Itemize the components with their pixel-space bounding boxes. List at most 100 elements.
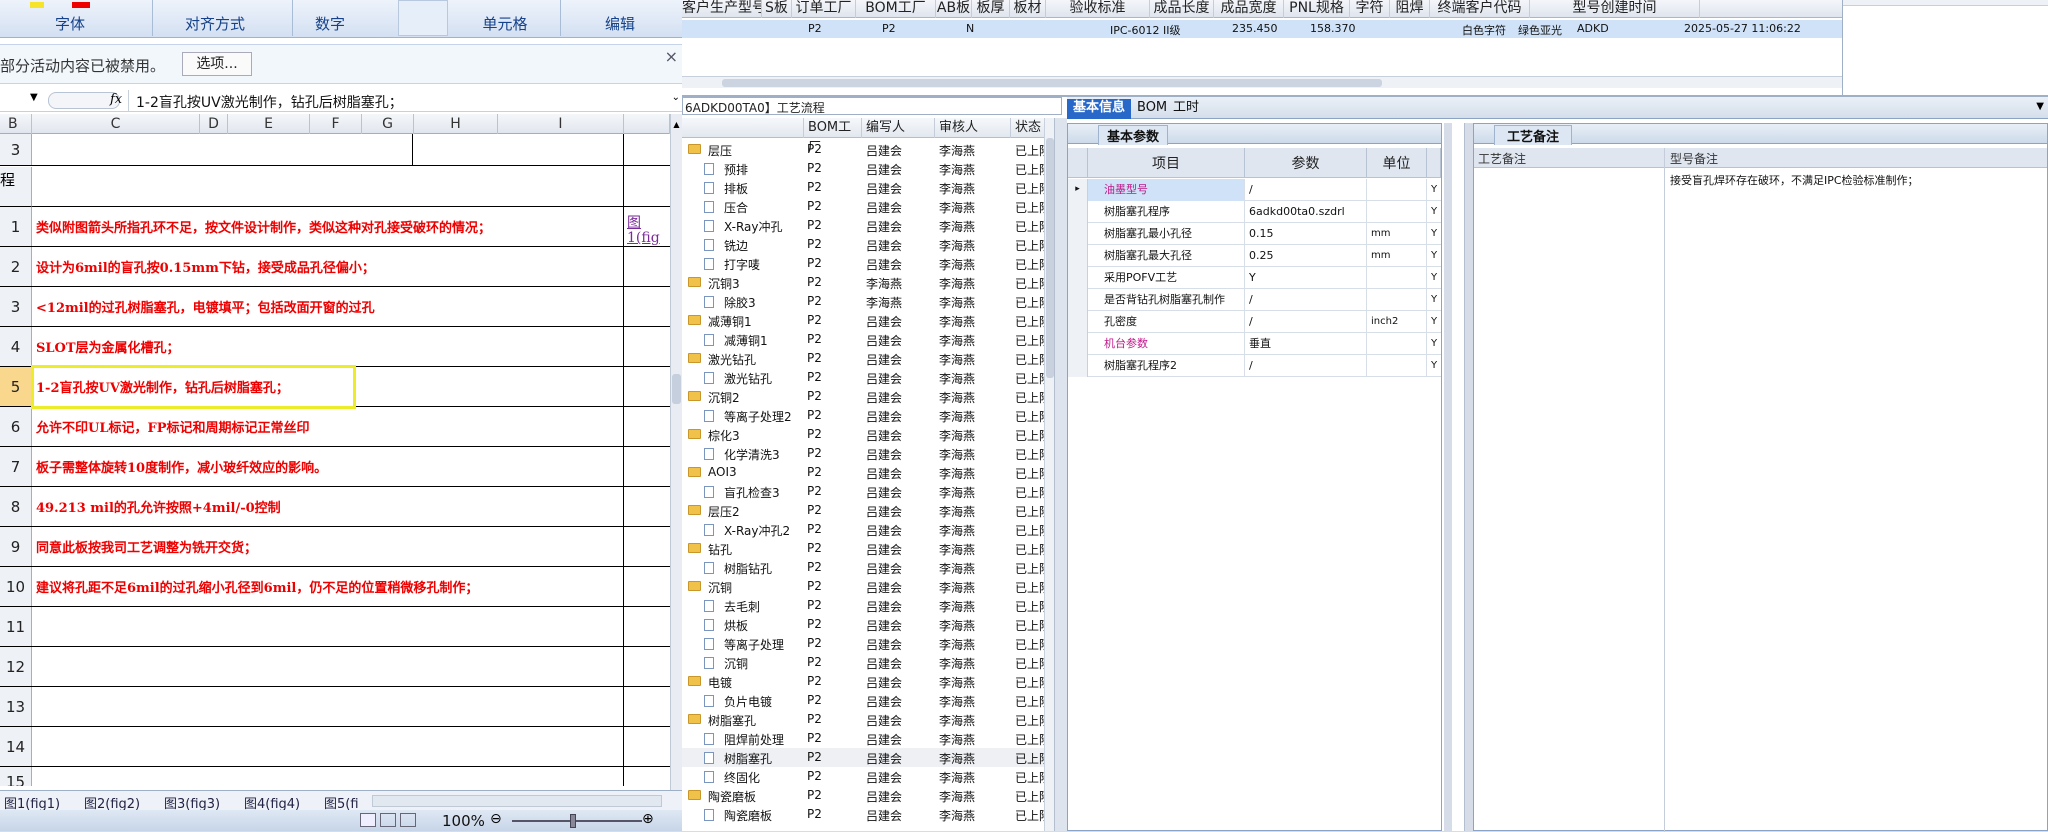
col-header-unit[interactable]: 单位 — [1367, 148, 1427, 178]
cell-text[interactable]: 同意此板按我司工艺调整为铣开交货； — [36, 527, 257, 566]
scroll-up-icon[interactable]: ▲ — [672, 120, 681, 130]
tree-row[interactable]: 排板 P2 吕建会 李海燕 已上阶 — [682, 178, 1044, 197]
param-value[interactable]: / — [1245, 311, 1367, 333]
row-number[interactable]: 12 — [0, 647, 32, 686]
tree-row[interactable]: 陶瓷磨板 P2 吕建会 李海燕 已上阶 — [682, 786, 1044, 805]
tab-work-hours[interactable]: 工时 — [1167, 99, 1205, 119]
param-row[interactable]: 树脂塞孔最小孔径 0.15 mm Y — [1068, 223, 1441, 245]
tree-row[interactable]: 除胶3 P2 李海燕 李海燕 已上阶 — [682, 292, 1044, 311]
tree-row[interactable]: 铣边 P2 吕建会 李海燕 已上阶 — [682, 235, 1044, 254]
col-header[interactable]: AB板 — [936, 0, 972, 18]
cell-text[interactable]: SLOT层为金属化槽孔； — [36, 327, 180, 366]
row-number[interactable]: 15 — [0, 767, 32, 786]
hyperlink-fig-cont[interactable]: 1(fig — [627, 230, 660, 246]
tree-row[interactable]: 等离子处理2 P2 吕建会 李海燕 已上阶 — [682, 406, 1044, 425]
row-number[interactable]: 8 — [0, 487, 32, 526]
tree-row[interactable]: 沉铜 P2 吕建会 李海燕 已上阶 — [682, 653, 1044, 672]
col-header[interactable]: 阻焊 — [1390, 0, 1430, 18]
tree-row[interactable]: 沉铜 P2 吕建会 李海燕 已上阶 — [682, 577, 1044, 596]
row-number[interactable]: 13 — [0, 687, 32, 726]
tree-scrollbar[interactable] — [1044, 118, 1054, 831]
order-grid-hscroll[interactable] — [682, 76, 1842, 88]
param-value[interactable]: 垂直 — [1245, 333, 1367, 355]
table-row[interactable]: 13 — [0, 687, 670, 727]
table-row[interactable]: 7 板子需整体旋转10度制作，减小玻纤效应的影响。 — [0, 447, 670, 487]
param-row[interactable]: 树脂塞孔最大孔径 0.25 mm Y — [1068, 245, 1441, 267]
row-number[interactable]: 5 — [0, 367, 32, 406]
param-value[interactable]: / — [1245, 355, 1367, 377]
row-number[interactable]: 4 — [0, 327, 32, 366]
col-header[interactable]: 字符 — [1350, 0, 1390, 18]
param-row[interactable]: 孔密度 / inch2 Y — [1068, 311, 1441, 333]
col-header[interactable]: BOM工厂 — [856, 0, 936, 18]
tree-row[interactable]: 烘板 P2 吕建会 李海燕 已上阶 — [682, 615, 1044, 634]
ribbon-group-font[interactable]: 字体 — [0, 13, 140, 34]
table-row[interactable]: 3 — [0, 134, 670, 166]
table-row[interactable]: 2 设计为6mil的盲孔按0.15mm下钻，接受成品孔径偏小； — [0, 247, 670, 287]
scroll-thumb[interactable] — [672, 374, 681, 404]
tree-row[interactable]: 陶瓷磨板 P2 吕建会 李海燕 已上阶 — [682, 805, 1044, 824]
hyperlink-fig[interactable]: 图 — [627, 212, 641, 232]
tree-row[interactable]: AOI3 P2 吕建会 李海燕 已上阶 — [682, 463, 1044, 482]
param-value[interactable]: 0.25 — [1245, 245, 1367, 267]
param-value[interactable]: / — [1245, 289, 1367, 311]
col-header[interactable]: 板厚 — [972, 0, 1010, 18]
splitter[interactable] — [1444, 123, 1452, 831]
options-button[interactable]: 选项... — [182, 52, 252, 76]
param-value[interactable]: Y — [1245, 267, 1367, 289]
zoom-slider[interactable] — [512, 820, 642, 822]
formula-input[interactable]: 1-2盲孔按UV激光制作，钻孔后树脂塞孔； — [136, 92, 403, 112]
col-header-value[interactable]: 参数 — [1245, 148, 1367, 178]
table-row[interactable]: 14 — [0, 727, 670, 767]
col-header-item[interactable]: 项目 — [1088, 148, 1245, 178]
tree-row[interactable]: 激光钻孔 P2 吕建会 李海燕 已上阶 — [682, 349, 1044, 368]
zoom-slider-thumb[interactable] — [570, 814, 576, 828]
table-row[interactable]: 6 允许不印UL标记，FP标记和周期标记正常丝印 — [0, 407, 670, 447]
col-header-bom-factory[interactable]: BOM工厂 — [804, 118, 862, 155]
column-header-i[interactable]: I — [498, 114, 624, 134]
tree-row[interactable]: 棕化3 P2 吕建会 李海燕 已上阶 — [682, 425, 1044, 444]
row-number[interactable]: 6 — [0, 407, 32, 446]
styles-button[interactable] — [398, 0, 448, 36]
param-row[interactable]: 采用POFV工艺 Y Y — [1068, 267, 1441, 289]
col-header-name[interactable] — [682, 118, 804, 138]
row-number[interactable]: 2 — [0, 247, 32, 286]
splitter[interactable] — [1464, 123, 1473, 831]
tree-row[interactable]: 钻孔 P2 吕建会 李海燕 已上阶 — [682, 539, 1044, 558]
tree-row[interactable]: 减薄铜1 P2 吕建会 李海燕 已上阶 — [682, 311, 1044, 330]
close-icon[interactable]: × — [665, 47, 678, 66]
tree-row[interactable]: 预排 P2 吕建会 李海燕 已上阶 — [682, 159, 1044, 178]
tree-row[interactable]: 激光钻孔 P2 吕建会 李海燕 已上阶 — [682, 368, 1044, 387]
param-row[interactable]: 树脂塞孔程序 6adkd00ta0.szdrl Y — [1068, 201, 1441, 223]
param-row[interactable]: 树脂塞孔程序2/ Y — [1068, 355, 1441, 377]
param-value[interactable]: / — [1245, 179, 1367, 201]
tree-row[interactable]: 终固化 P2 吕建会 李海燕 已上阶 — [682, 767, 1044, 786]
col-header[interactable]: 验收标准 — [1046, 0, 1150, 18]
tree-row[interactable]: X-Ray冲孔2 P2 吕建会 李海燕 已上阶 — [682, 520, 1044, 539]
table-row[interactable]: 8 49.213 mil的孔允许按照+4mil/-0控制 — [0, 487, 670, 527]
col-header-writer[interactable]: 编写人 — [862, 118, 935, 138]
splitter[interactable] — [1054, 118, 1067, 831]
col-header[interactable]: 板材 — [1010, 0, 1046, 18]
table-row[interactable]: 10 建议将孔距不足6mil的过孔缩小孔径到6mil，仍不足的位置稍微移孔制作； — [0, 567, 670, 607]
tree-row[interactable]: 负片电镀 P2 吕建会 李海燕 已上阶 — [682, 691, 1044, 710]
ribbon-group-number[interactable]: 数字 — [295, 13, 365, 34]
zoom-level[interactable]: 100% — [442, 812, 485, 830]
row-number[interactable]: 11 — [0, 607, 32, 646]
ribbon-group-editing[interactable]: 编辑 — [565, 13, 675, 34]
column-header-d[interactable]: D — [200, 114, 228, 134]
column-header-e[interactable]: E — [228, 114, 310, 134]
column-header-h[interactable]: H — [414, 114, 498, 134]
param-row[interactable]: ▸ 油墨型号 / Y — [1068, 179, 1441, 201]
column-header-j[interactable] — [624, 114, 670, 134]
param-row[interactable]: 是否背钻孔树脂塞孔制作 / Y — [1068, 289, 1441, 311]
column-header-g[interactable]: G — [362, 114, 414, 134]
row-number[interactable]: 1 — [0, 207, 32, 246]
tree-row[interactable]: 盲孔检查3 P2 吕建会 李海燕 已上阶 — [682, 482, 1044, 501]
param-row[interactable]: 机台参数 垂直 Y — [1068, 333, 1441, 355]
tree-row[interactable]: 沉铜2 P2 吕建会 李海燕 已上阶 — [682, 387, 1044, 406]
zoom-out-icon[interactable]: ⊖ — [490, 811, 502, 827]
table-row[interactable]: 4 SLOT层为金属化槽孔； — [0, 327, 670, 367]
cell-text[interactable]: 49.213 mil的孔允许按照+4mil/-0控制 — [36, 487, 281, 526]
col-header-reviewer[interactable]: 审核人 — [935, 118, 1011, 138]
